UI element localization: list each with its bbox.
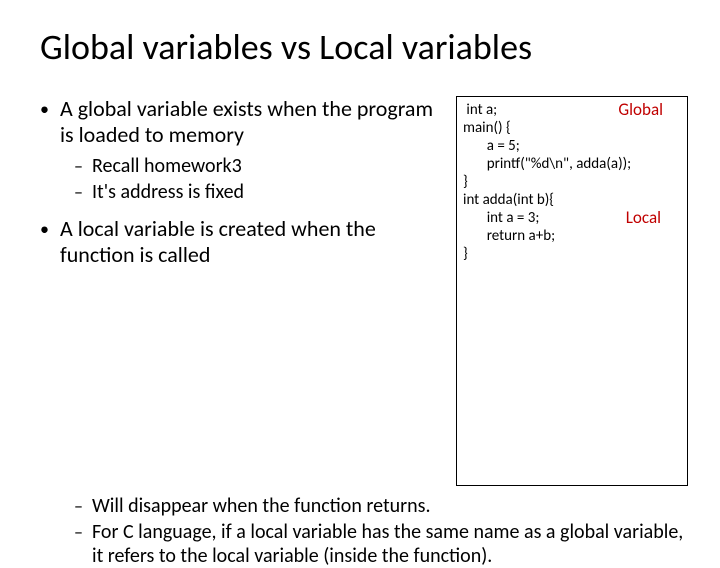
dash-icon: – (74, 520, 92, 568)
dash-icon: – (74, 180, 92, 204)
label-global: Global (618, 101, 663, 119)
code-text: int a; main() { a = 5; printf("%d\n", ad… (463, 101, 631, 263)
code-example-box: int a; main() { a = 5; printf("%d\n", ad… (456, 96, 688, 486)
subbullet-recall-homework: – Recall homework3 (74, 154, 444, 178)
bullet-text: A global variable exists when the progra… (60, 96, 444, 148)
slide: Global variables vs Local variables • A … (0, 0, 720, 540)
slide-body: • A global variable exists when the prog… (40, 96, 688, 486)
bullet-global-var: • A global variable exists when the prog… (40, 96, 444, 148)
bullet-local-var: • A local variable is created when the f… (40, 216, 444, 268)
subbullet-text: For C language, if a local variable has … (92, 520, 688, 568)
subbullet-text: Will disappear when the function returns… (92, 494, 431, 518)
subbullet-address-fixed: – It's address is fixed (74, 180, 444, 204)
slide-title: Global variables vs Local variables (40, 28, 688, 68)
dash-icon: – (74, 154, 92, 178)
bottom-bullets: – Will disappear when the function retur… (40, 494, 688, 568)
subbullet-will-disappear: – Will disappear when the function retur… (74, 494, 688, 518)
bullet-dot-icon: • (40, 96, 60, 148)
bullet-text: A local variable is created when the fun… (60, 216, 444, 268)
left-column: • A global variable exists when the prog… (40, 96, 456, 486)
subbullet-c-language: – For C language, if a local variable ha… (74, 520, 688, 568)
right-column: int a; main() { a = 5; printf("%d\n", ad… (456, 96, 688, 486)
bullet-dot-icon: • (40, 216, 60, 268)
subbullet-text: It's address is fixed (92, 180, 244, 204)
subbullet-text: Recall homework3 (92, 154, 242, 178)
dash-icon: – (74, 494, 92, 518)
label-local: Local (626, 209, 661, 227)
